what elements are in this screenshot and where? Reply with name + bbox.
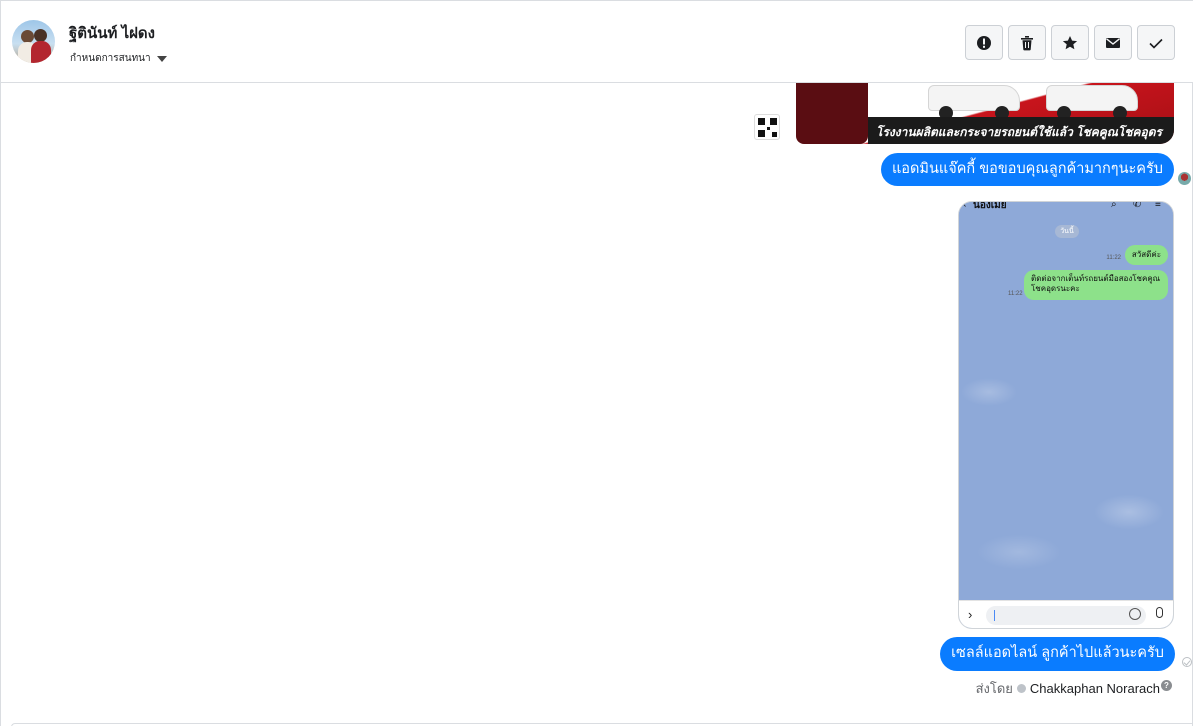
spam-button[interactable] (965, 25, 1003, 60)
sender-name[interactable]: Chakkaphan Norarach (1030, 681, 1160, 696)
screenshot-attachment[interactable]: ‹ น้องเมย์ ⌕ ✆ ≡ วันนี้ 11:22 สวัสดีค่ะ … (958, 201, 1174, 629)
back-arrow-icon: ‹ (963, 201, 967, 210)
promo-image-attachment[interactable]: โรงงานผลิตและกระจายรถยนต์ใช้แล้ว โชคคูณโ… (746, 83, 1174, 144)
exclamation-circle-icon (977, 35, 991, 50)
day-chip: วันนี้ (1055, 225, 1079, 238)
conversation-header: ฐิตินันท์ ไฝดง กำหนดการสนทนา (1, 1, 1193, 83)
delete-button[interactable] (1008, 25, 1046, 60)
assign-conversation-dropdown[interactable]: กำหนดการสนทนา (70, 51, 167, 66)
sent-by-label: ส่งโดย (975, 681, 1013, 696)
mark-done-button[interactable] (1137, 25, 1175, 60)
trash-icon (1021, 35, 1033, 50)
inbox-conversation-pane: ฐิตินันท์ ไฝดง กำหนดการสนทนา โรงงานผลิตแ… (0, 0, 1193, 726)
search-icon: ⌕ (1111, 201, 1117, 210)
envelope-icon (1106, 37, 1120, 48)
emoji-icon (1129, 608, 1141, 620)
menu-icon: ≡ (1155, 201, 1161, 210)
mark-unread-button[interactable] (1094, 25, 1132, 60)
line-message-bubble: สวัสดีค่ะ (1124, 245, 1168, 265)
message-bubble[interactable]: แอดมินแจ๊คกี้ ขอขอบคุณลูกค้ามากๆนะครับ (880, 153, 1174, 186)
line-chat-topbar: ‹ น้องเมย์ ⌕ ✆ ≡ (959, 201, 1173, 214)
line-msg-time: 11:22 (1008, 291, 1023, 297)
line-text-field (986, 606, 1146, 625)
message-thread[interactable]: โรงงานผลิตและกระจายรถยนต์ใช้แล้ว โชคคูณโ… (1, 83, 1193, 726)
caret-down-icon (156, 55, 167, 62)
banner-caption: โรงงานผลิตและกระจายรถยนต์ใช้แล้ว โชคคูณโ… (876, 125, 1162, 139)
sender-status-icon (1016, 684, 1026, 693)
line-message-bubble: ติดต่อจากเต็นท์รถยนต์มือสองโชคคูณโชคอุดร… (1024, 270, 1168, 300)
line-msg-time: 11:22 (1106, 255, 1121, 261)
microphone-icon (1156, 607, 1163, 618)
chevron-right-icon: › (968, 607, 973, 622)
star-button[interactable] (1051, 25, 1089, 60)
seen-avatar-icon (1178, 172, 1191, 185)
check-icon (1149, 38, 1163, 49)
assign-conversation-label: กำหนดการสนทนา (70, 53, 151, 64)
phone-icon: ✆ (1133, 201, 1142, 210)
sent-by-line: ส่งโดย Chakkaphan Norarach (976, 678, 1160, 699)
qr-code-icon (754, 114, 780, 140)
contact-avatar[interactable] (12, 20, 55, 63)
line-input-bar: › (959, 600, 1173, 628)
help-icon[interactable]: ? (1161, 680, 1172, 691)
sent-check-icon (1182, 657, 1192, 667)
line-chat-title: น้องเมย์ (973, 201, 1007, 211)
header-actions (965, 25, 1175, 60)
star-icon (1062, 35, 1078, 49)
message-bubble[interactable]: เซลล์แอดไลน์ ลูกค้าไปแล้วนะครับ (940, 637, 1175, 671)
contact-name[interactable]: ฐิตินันท์ ไฝดง (69, 21, 155, 45)
